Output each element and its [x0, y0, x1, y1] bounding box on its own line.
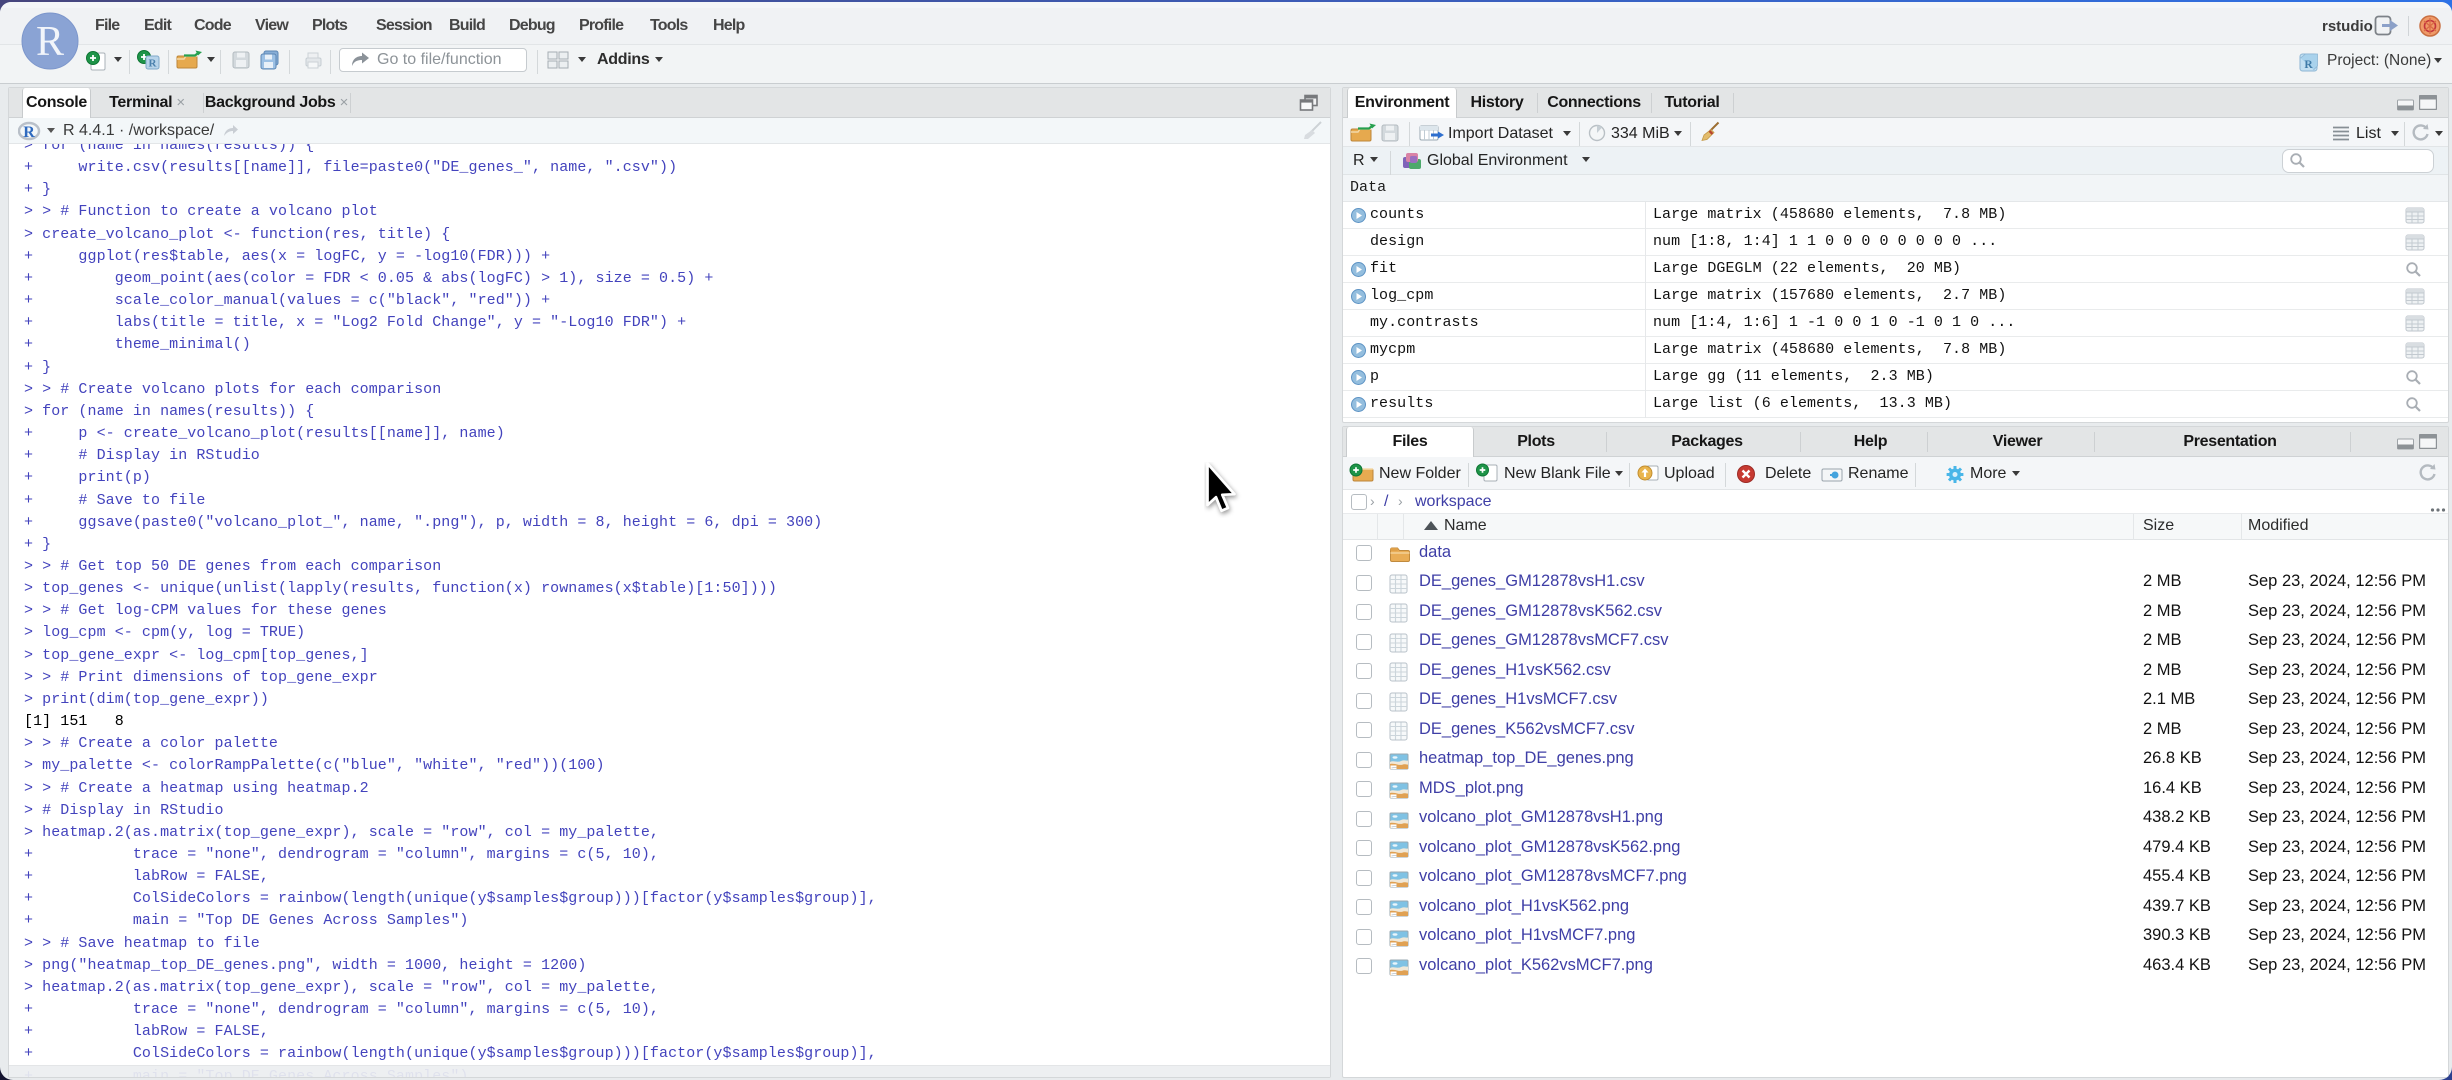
svg-text:R: R	[2304, 59, 2313, 71]
svg-text:R: R	[149, 58, 158, 70]
svg-text:R: R	[36, 19, 64, 65]
svg-text:R: R	[23, 124, 35, 141]
